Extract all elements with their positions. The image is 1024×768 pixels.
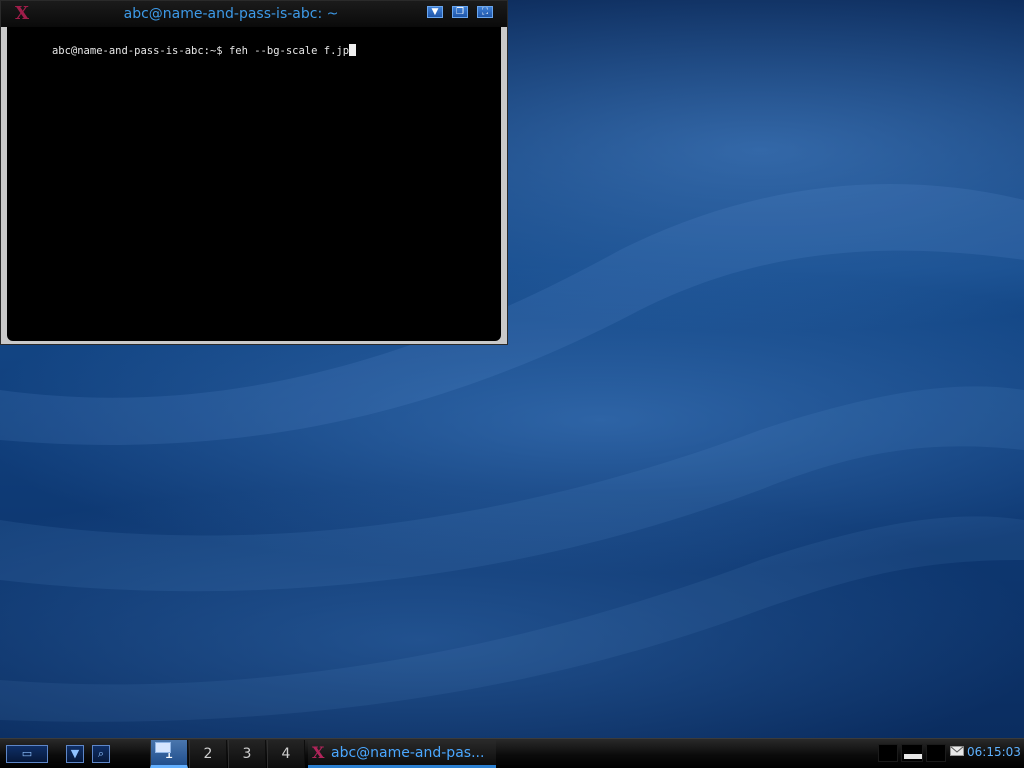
- terminal-window[interactable]: X abc@name-and-pass-is-abc: ~ ▼ ❐ ⛶ abc@…: [0, 0, 508, 345]
- text-cursor: [349, 44, 357, 56]
- x-terminal-icon: X: [312, 743, 325, 762]
- minimize-icon[interactable]: ▼: [427, 6, 443, 18]
- window-title: abc@name-and-pass-is-abc: ~: [123, 6, 339, 22]
- mail-icon[interactable]: [950, 746, 964, 756]
- terminal-output[interactable]: abc@name-and-pass-is-abc:~$ feh --bg-sca…: [7, 27, 501, 341]
- terminal-prompt-text: abc@name-and-pass-is-abc:~$ feh --bg-sca…: [51, 45, 350, 57]
- search-icon[interactable]: ⌕: [92, 745, 110, 763]
- menu-icon[interactable]: ▭: [6, 745, 48, 763]
- maximize-icon[interactable]: ⛶: [477, 6, 493, 18]
- taskbar-task-terminal[interactable]: X abc@name-and-pas...: [308, 740, 496, 768]
- tray-slot-3[interactable]: [926, 744, 946, 762]
- workspace-3-label: 3: [242, 746, 252, 762]
- terminal-titlebar[interactable]: X abc@name-and-pass-is-abc: ~ ▼ ❐ ⛶: [1, 1, 507, 27]
- workspace-4[interactable]: 4: [267, 740, 305, 768]
- chevron-down-icon[interactable]: ▼: [66, 745, 84, 763]
- workspace-1-preview: [155, 742, 171, 753]
- tray-slot-1[interactable]: [878, 744, 898, 762]
- workspace-3[interactable]: 3: [228, 740, 266, 768]
- x-terminal-icon[interactable]: X: [15, 4, 33, 24]
- task-label: abc@name-and-pas...: [331, 745, 485, 761]
- workspace-4-label: 4: [281, 746, 291, 762]
- workspace-2[interactable]: 2: [189, 740, 227, 768]
- tray-indicator: [904, 754, 922, 759]
- restore-icon[interactable]: ❐: [452, 6, 468, 18]
- terminal-command-line: abc@name-and-pass-is-abc:~$ feh --bg-sca…: [14, 30, 357, 72]
- clock[interactable]: 06:15:03: [967, 745, 1021, 759]
- workspace-2-label: 2: [203, 746, 213, 762]
- tray-slot-2[interactable]: [901, 744, 923, 762]
- workspace-1[interactable]: 1: [150, 740, 188, 768]
- taskbar: ▭ ▼ ⌕ 1 2 3 4 X abc@name-and-pas...: [0, 738, 1024, 768]
